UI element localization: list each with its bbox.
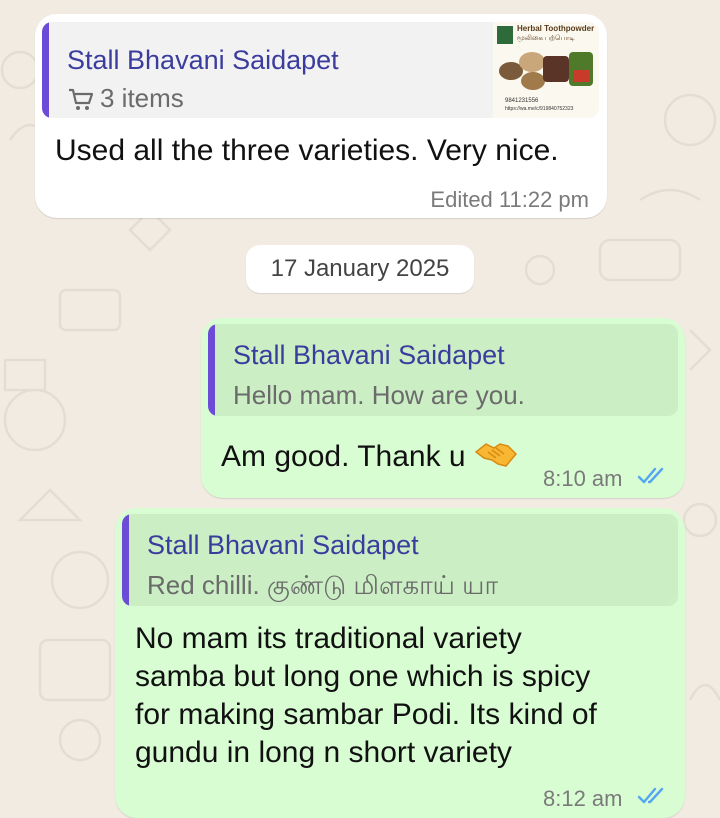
cart-icon bbox=[69, 88, 94, 110]
message-time: 8:12 am bbox=[543, 786, 623, 811]
quote-accent-bar bbox=[42, 22, 49, 118]
message-text: Used all the three varieties. Very nice. bbox=[55, 134, 559, 167]
thumbnail-phone: 9841231556 bbox=[505, 98, 539, 104]
message-time: 8:10 am bbox=[543, 466, 623, 491]
read-double-check-icon bbox=[637, 787, 664, 804]
quote-accent-bar bbox=[122, 514, 129, 606]
quote-text: Red chilli. குண்டு மிளகாய் யா bbox=[147, 570, 499, 600]
thumbnail-product-photos bbox=[497, 50, 595, 92]
thumbnail-title: Herbal Toothpowder bbox=[517, 24, 595, 33]
quote-accent-bar bbox=[208, 324, 215, 416]
date-separator: 17 January 2025 bbox=[246, 245, 474, 293]
read-double-check-icon bbox=[637, 467, 664, 484]
quoted-reply[interactable]: Stall Bhavani Saidapet Red chilli. குண்ட… bbox=[122, 514, 678, 606]
quote-sender-name: Stall Bhavani Saidapet bbox=[67, 45, 339, 75]
message-text: No mam its traditional variety samba but… bbox=[135, 620, 597, 772]
message-text-content: Am good. Thank u bbox=[221, 440, 466, 473]
outgoing-message-bubble[interactable]: Stall Bhavani Saidapet Hello mam. How ar… bbox=[201, 318, 685, 498]
message-line: gundu in long n short variety bbox=[135, 736, 512, 769]
message-line: samba but long one which is spicy bbox=[135, 660, 591, 693]
incoming-message-bubble[interactable]: Stall Bhavani Saidapet 3 items Herbal To… bbox=[35, 14, 607, 218]
message-edited-time: Edited 11:22 pm bbox=[430, 187, 589, 212]
quoted-catalog-reply[interactable]: Stall Bhavani Saidapet 3 items Herbal To… bbox=[42, 22, 599, 118]
thumbnail-url: https://wa.me/c/919840752323 bbox=[505, 106, 574, 112]
quote-item-count: 3 items bbox=[100, 83, 184, 113]
outgoing-message-bubble[interactable]: Stall Bhavani Saidapet Red chilli. குண்ட… bbox=[115, 508, 685, 818]
thumbnail-logo bbox=[497, 26, 513, 44]
quote-sender-name: Stall Bhavani Saidapet bbox=[147, 530, 419, 560]
catalog-thumbnail[interactable]: Herbal Toothpowder மூலிகை பற்பொடி 984123… bbox=[493, 22, 599, 118]
thumbnail-subtitle: மூலிகை பற்பொடி bbox=[517, 35, 575, 42]
message-text: Am good. Thank u bbox=[221, 438, 518, 476]
handshake-emoji-icon bbox=[474, 443, 517, 467]
message-line: No mam its traditional variety bbox=[135, 622, 522, 655]
quote-sender-name: Stall Bhavani Saidapet bbox=[233, 340, 505, 370]
quoted-reply[interactable]: Stall Bhavani Saidapet Hello mam. How ar… bbox=[208, 324, 678, 416]
quote-text: Hello mam. How are you. bbox=[233, 380, 525, 410]
message-line: for making sambar Podi. Its kind of bbox=[135, 698, 597, 731]
